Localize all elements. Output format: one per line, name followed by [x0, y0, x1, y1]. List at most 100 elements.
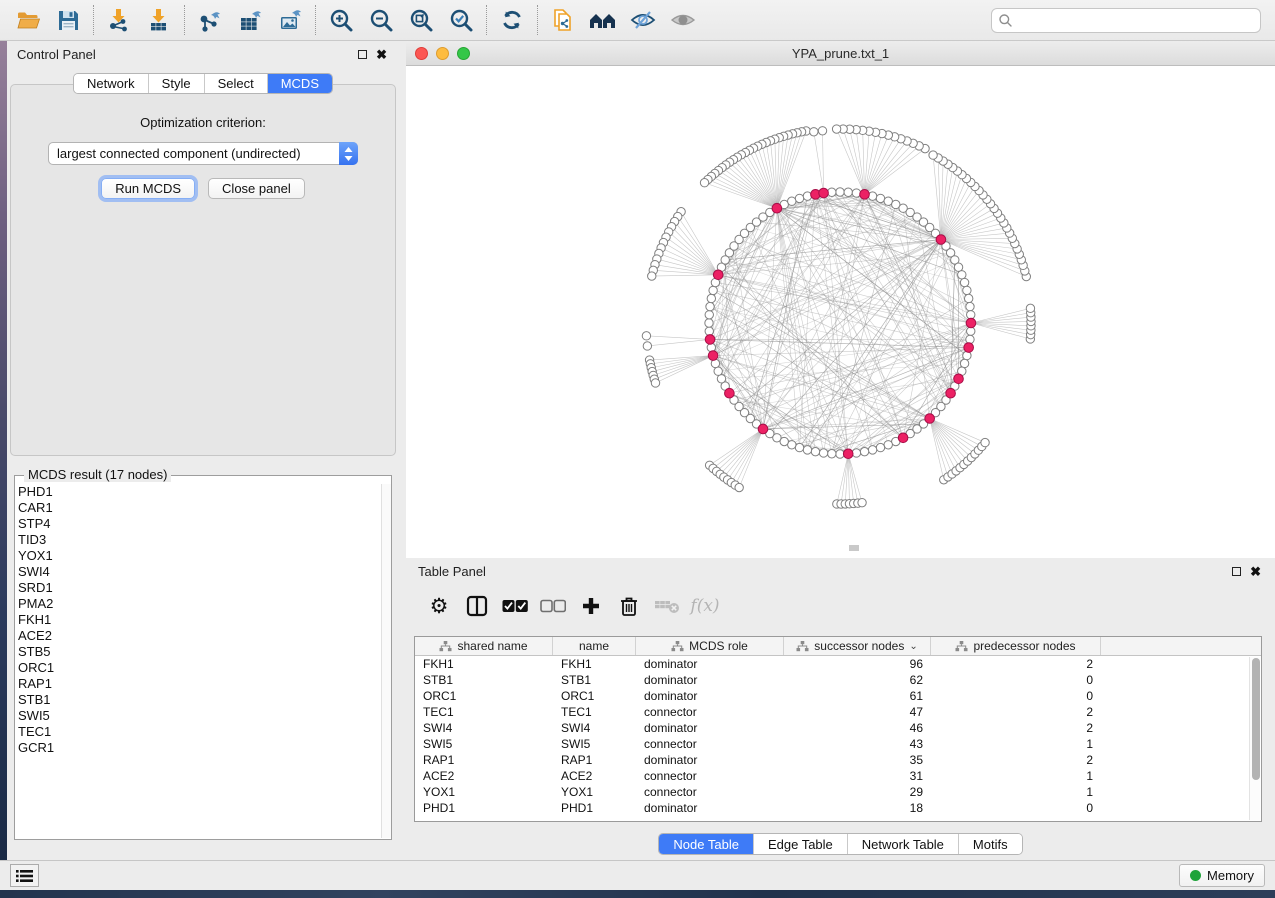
table-cell[interactable]: RAP1 [553, 752, 636, 768]
network-node[interactable] [819, 449, 827, 457]
mcds-hub-node[interactable] [819, 188, 829, 198]
mcds-result-item[interactable]: FKH1 [16, 612, 380, 628]
mcds-result-item[interactable]: TEC1 [16, 724, 380, 740]
close-panel-icon[interactable]: ✖ [376, 50, 387, 59]
table-cell[interactable]: STB1 [553, 672, 636, 688]
network-graph[interactable] [406, 66, 1275, 559]
table-row[interactable]: RAP1RAP1dominator352 [415, 752, 1261, 768]
network-node[interactable] [876, 443, 884, 451]
column-header-MCDS-role[interactable]: MCDS role [636, 637, 784, 655]
float-panel-icon[interactable] [1232, 567, 1241, 576]
table-cell[interactable]: PHD1 [415, 800, 553, 816]
export-table-button[interactable] [230, 3, 270, 37]
network-node[interactable] [981, 438, 989, 446]
network-node[interactable] [818, 127, 826, 135]
close-panel-icon[interactable]: ✖ [1250, 567, 1261, 576]
table-cell[interactable]: 0 [931, 688, 1101, 704]
mcds-hub-node[interactable] [954, 374, 964, 384]
table-cell[interactable]: 35 [784, 752, 931, 768]
network-node[interactable] [858, 498, 866, 506]
mcds-result-item[interactable]: SRD1 [16, 580, 380, 596]
table-cell[interactable]: FKH1 [415, 656, 553, 672]
add-column-button[interactable] [574, 589, 608, 623]
network-node[interactable] [966, 335, 974, 343]
memory-button[interactable]: Memory [1179, 864, 1265, 887]
column-header-successor-nodes[interactable]: successor nodes⌄ [784, 637, 931, 655]
column-header-predecessor-nodes[interactable]: predecessor nodes [931, 637, 1101, 655]
table-cell[interactable]: connector [636, 704, 784, 720]
network-node[interactable] [876, 194, 884, 202]
tab-mcds[interactable]: MCDS [268, 74, 332, 93]
network-node[interactable] [788, 197, 796, 205]
network-window-titlebar[interactable]: YPA_prune.txt_1 [406, 41, 1275, 66]
clone-network-button[interactable] [543, 3, 583, 37]
network-node[interactable] [700, 179, 708, 187]
export-network-button[interactable] [190, 3, 230, 37]
table-cell[interactable]: 2 [931, 656, 1101, 672]
network-search-box[interactable] [991, 8, 1261, 33]
table-cell[interactable]: 43 [784, 736, 931, 752]
mcds-hub-node[interactable] [898, 433, 908, 443]
mcds-result-list[interactable]: PHD1CAR1STP4TID3YOX1SWI4SRD1PMA2FKH1ACE2… [16, 484, 380, 838]
table-cell[interactable]: ORC1 [553, 688, 636, 704]
mcds-result-item[interactable]: RAP1 [16, 676, 380, 692]
mcds-result-item[interactable]: STB5 [16, 644, 380, 660]
mcds-result-item[interactable]: PHD1 [16, 484, 380, 500]
network-node[interactable] [964, 294, 972, 302]
table-cell[interactable]: 0 [931, 800, 1101, 816]
table-row[interactable]: TEC1TEC1connector472 [415, 704, 1261, 720]
table-cell[interactable]: TEC1 [415, 704, 553, 720]
network-node[interactable] [795, 443, 803, 451]
mcds-result-item[interactable]: STB1 [16, 692, 380, 708]
network-node[interactable] [707, 294, 715, 302]
table-cell[interactable]: 1 [931, 736, 1101, 752]
network-node[interactable] [810, 128, 818, 136]
mcds-result-item[interactable]: SWI5 [16, 708, 380, 724]
splitter-grip[interactable] [849, 545, 859, 551]
mcds-hub-node[interactable] [964, 343, 974, 353]
mcds-result-scrollbar[interactable] [381, 484, 391, 838]
tab-node-table[interactable]: Node Table [659, 834, 754, 854]
show-panels-button[interactable] [10, 864, 39, 887]
network-node[interactable] [966, 302, 974, 310]
table-cell[interactable]: 18 [784, 800, 931, 816]
network-node[interactable] [706, 302, 714, 310]
table-cell[interactable]: 1 [931, 784, 1101, 800]
network-node[interactable] [884, 441, 892, 449]
network-node[interactable] [828, 188, 836, 196]
network-node[interactable] [828, 450, 836, 458]
table-cell[interactable]: 46 [784, 720, 931, 736]
first-neighbors-button[interactable] [583, 3, 623, 37]
search-input[interactable] [1013, 13, 1254, 27]
network-node[interactable] [811, 447, 819, 455]
table-cell[interactable]: SWI4 [553, 720, 636, 736]
mcds-hub-node[interactable] [713, 270, 723, 280]
table-row[interactable]: YOX1YOX1connector291 [415, 784, 1261, 800]
table-cell[interactable]: 1 [931, 768, 1101, 784]
criterion-dropdown[interactable]: largest connected component (undirected) [48, 142, 358, 165]
show-all-button[interactable] [663, 3, 703, 37]
network-node[interactable] [705, 311, 713, 319]
table-cell[interactable]: connector [636, 784, 784, 800]
network-canvas[interactable] [406, 66, 1275, 559]
mcds-hub-node[interactable] [925, 414, 935, 424]
mcds-result-item[interactable]: CAR1 [16, 500, 380, 516]
table-row[interactable]: FKH1FKH1dominator962 [415, 656, 1261, 672]
deselect-all-button[interactable] [536, 589, 570, 623]
network-node[interactable] [735, 483, 743, 491]
table-cell[interactable]: SWI4 [415, 720, 553, 736]
zoom-out-button[interactable] [361, 3, 401, 37]
mcds-hub-node[interactable] [860, 190, 870, 200]
tab-motifs[interactable]: Motifs [959, 834, 1022, 854]
table-cell[interactable]: YOX1 [553, 784, 636, 800]
table-cell[interactable]: FKH1 [553, 656, 636, 672]
network-node[interactable] [960, 278, 968, 286]
column-header-shared-name[interactable]: shared name [415, 637, 553, 655]
tab-select[interactable]: Select [205, 74, 268, 93]
table-cell[interactable]: ACE2 [415, 768, 553, 784]
close-panel-button[interactable]: Close panel [208, 178, 305, 199]
mcds-result-item[interactable]: ACE2 [16, 628, 380, 644]
mcds-hub-node[interactable] [705, 335, 715, 345]
export-image-button[interactable] [270, 3, 310, 37]
table-cell[interactable]: YOX1 [415, 784, 553, 800]
